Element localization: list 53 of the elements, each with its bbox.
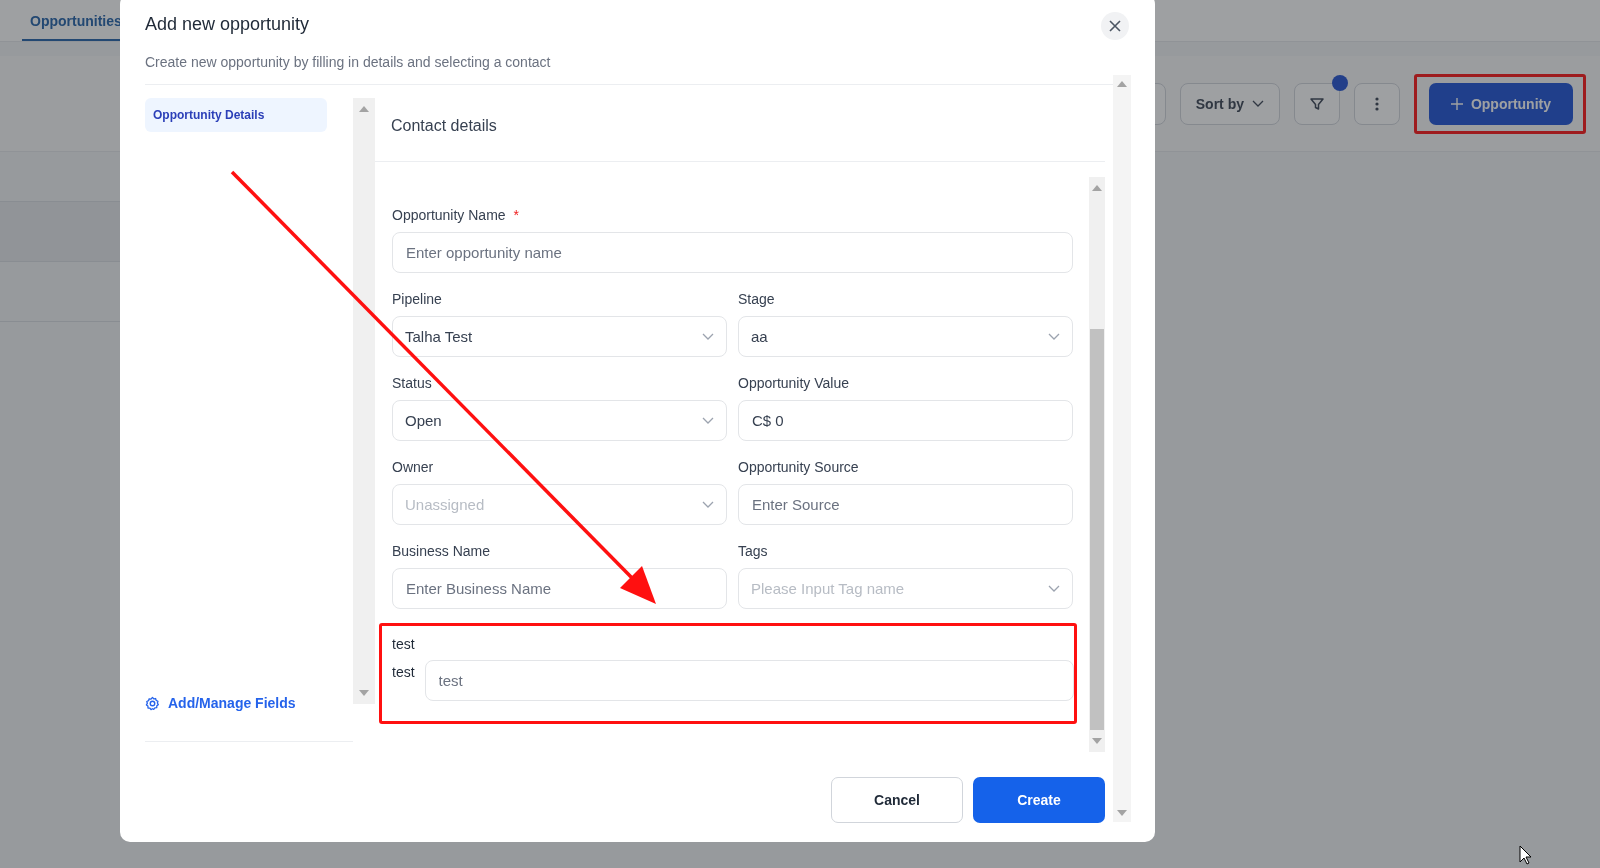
sort-button[interactable]: Sort by	[1179, 82, 1280, 125]
scroll-down-icon[interactable]	[1092, 738, 1102, 744]
close-icon	[1109, 20, 1121, 32]
nav-item[interactable]: Opportunity Details	[145, 98, 327, 132]
scroll-down-icon[interactable]	[359, 690, 369, 696]
plus-icon	[1450, 97, 1463, 110]
custom-section-title: test	[392, 636, 416, 652]
chevron-down-icon	[1048, 584, 1060, 593]
scroll-up-icon[interactable]	[1117, 81, 1127, 87]
add-opportunity-button[interactable]: Opportunity	[1428, 82, 1573, 125]
chevron-down-icon	[702, 332, 714, 341]
dropdown-field[interactable]: aa	[738, 316, 1073, 357]
scroll-up-icon[interactable]	[359, 106, 369, 112]
cancel-button[interactable]: Cancel	[831, 777, 963, 823]
scrollbar-thumb[interactable]	[1090, 329, 1104, 730]
settings-icon	[145, 695, 160, 711]
dialog-title: Add new opportunity	[145, 14, 310, 35]
text-field[interactable]: C$ 0	[738, 400, 1073, 441]
manage-fields-link[interactable]: Add/Manage Fields	[145, 695, 353, 711]
field-label: Opportunity Source	[738, 459, 859, 475]
text-field[interactable]: Enter Business Name	[392, 568, 727, 609]
more-icon	[1374, 96, 1379, 111]
chevron-down-icon	[702, 500, 714, 509]
field-label: Opportunity Value	[738, 375, 850, 391]
create-button[interactable]: Create	[973, 777, 1105, 823]
chevron-down-icon	[702, 416, 714, 425]
text-field[interactable]: Enter opportunity name	[392, 232, 1073, 273]
field-label: Stage	[738, 291, 775, 307]
section-title: Contact details	[375, 90, 1105, 162]
field-label: Pipeline	[392, 291, 442, 307]
field-label: Tags	[738, 543, 768, 559]
scrollbar[interactable]	[1089, 177, 1105, 752]
dropdown-field[interactable]: Talha Test	[392, 316, 727, 357]
field-label: Owner	[392, 459, 434, 475]
text-field[interactable]: Enter Source	[738, 484, 1073, 525]
mouse-pointer-icon	[1519, 845, 1533, 865]
scrollbar[interactable]	[353, 98, 375, 704]
filter-icon	[1308, 95, 1325, 112]
field-label: Status	[392, 375, 432, 391]
text-field[interactable]: test	[424, 660, 1074, 701]
close-button[interactable]	[1101, 12, 1129, 40]
chevron-down-icon	[1252, 99, 1264, 108]
field-label: test	[392, 664, 415, 680]
field-label: Opportunity Name	[392, 207, 506, 223]
dropdown-field[interactable]: Open	[392, 400, 727, 441]
scroll-up-icon[interactable]	[1092, 185, 1102, 191]
filter-button[interactable]	[1293, 82, 1340, 125]
required-mark: *	[513, 207, 520, 223]
chevron-down-icon	[1048, 332, 1060, 341]
field-label: Business Name	[392, 543, 491, 559]
scroll-down-icon[interactable]	[1117, 810, 1127, 816]
scrollbar[interactable]	[1113, 75, 1131, 822]
more-button[interactable]	[1353, 82, 1400, 125]
